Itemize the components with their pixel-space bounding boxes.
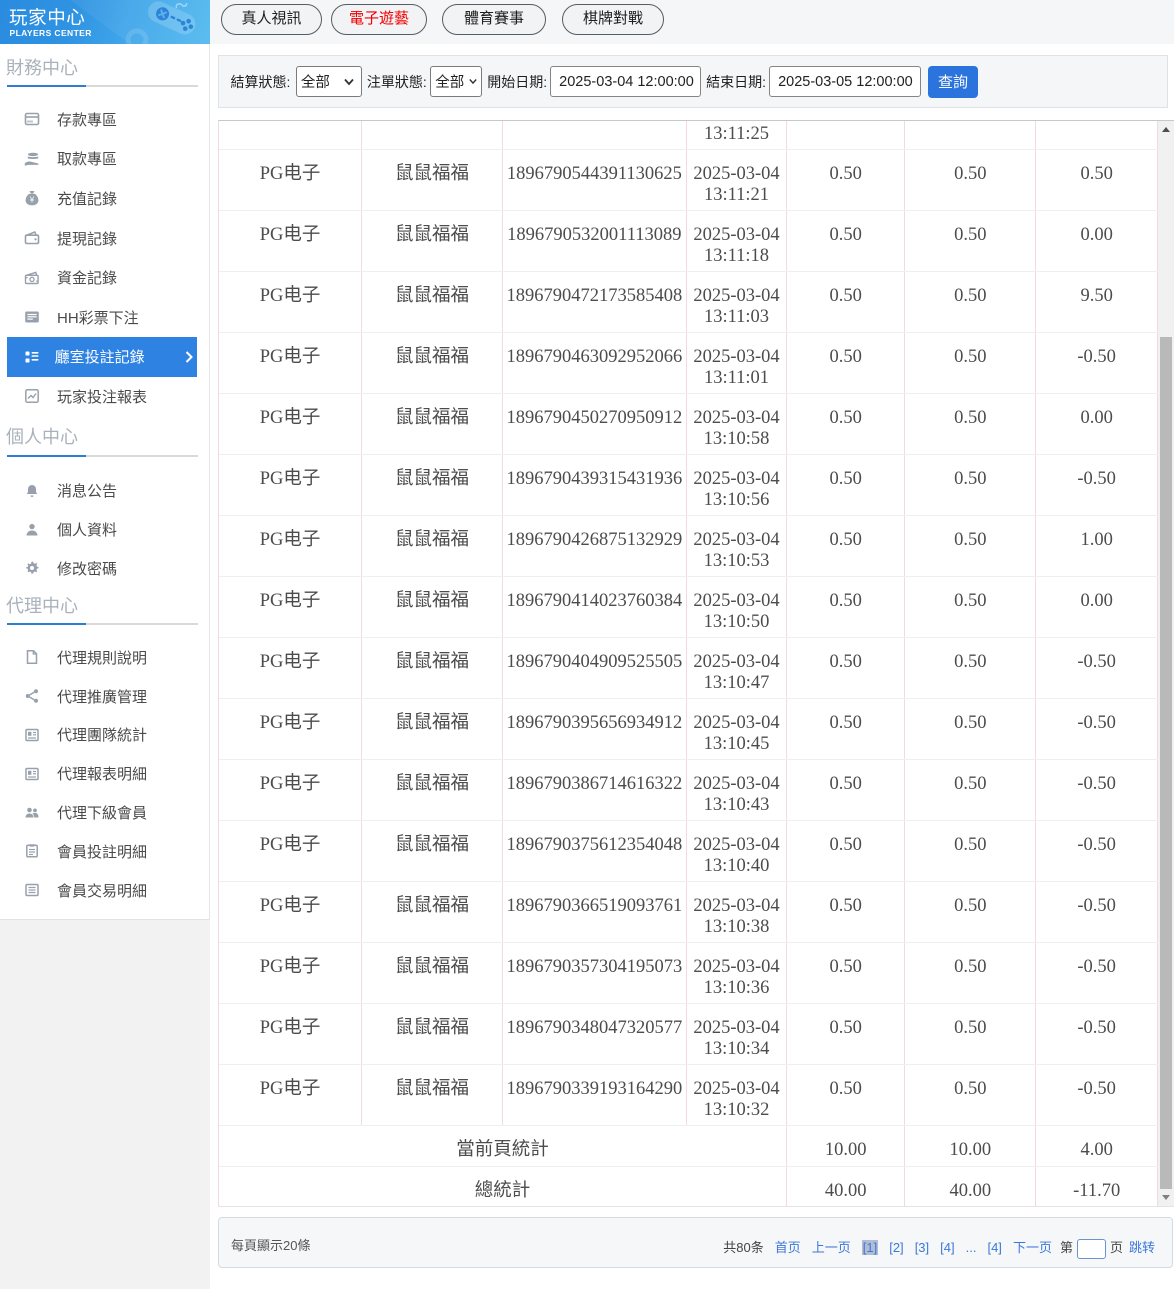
svg-text:¥: ¥ [29, 196, 35, 205]
